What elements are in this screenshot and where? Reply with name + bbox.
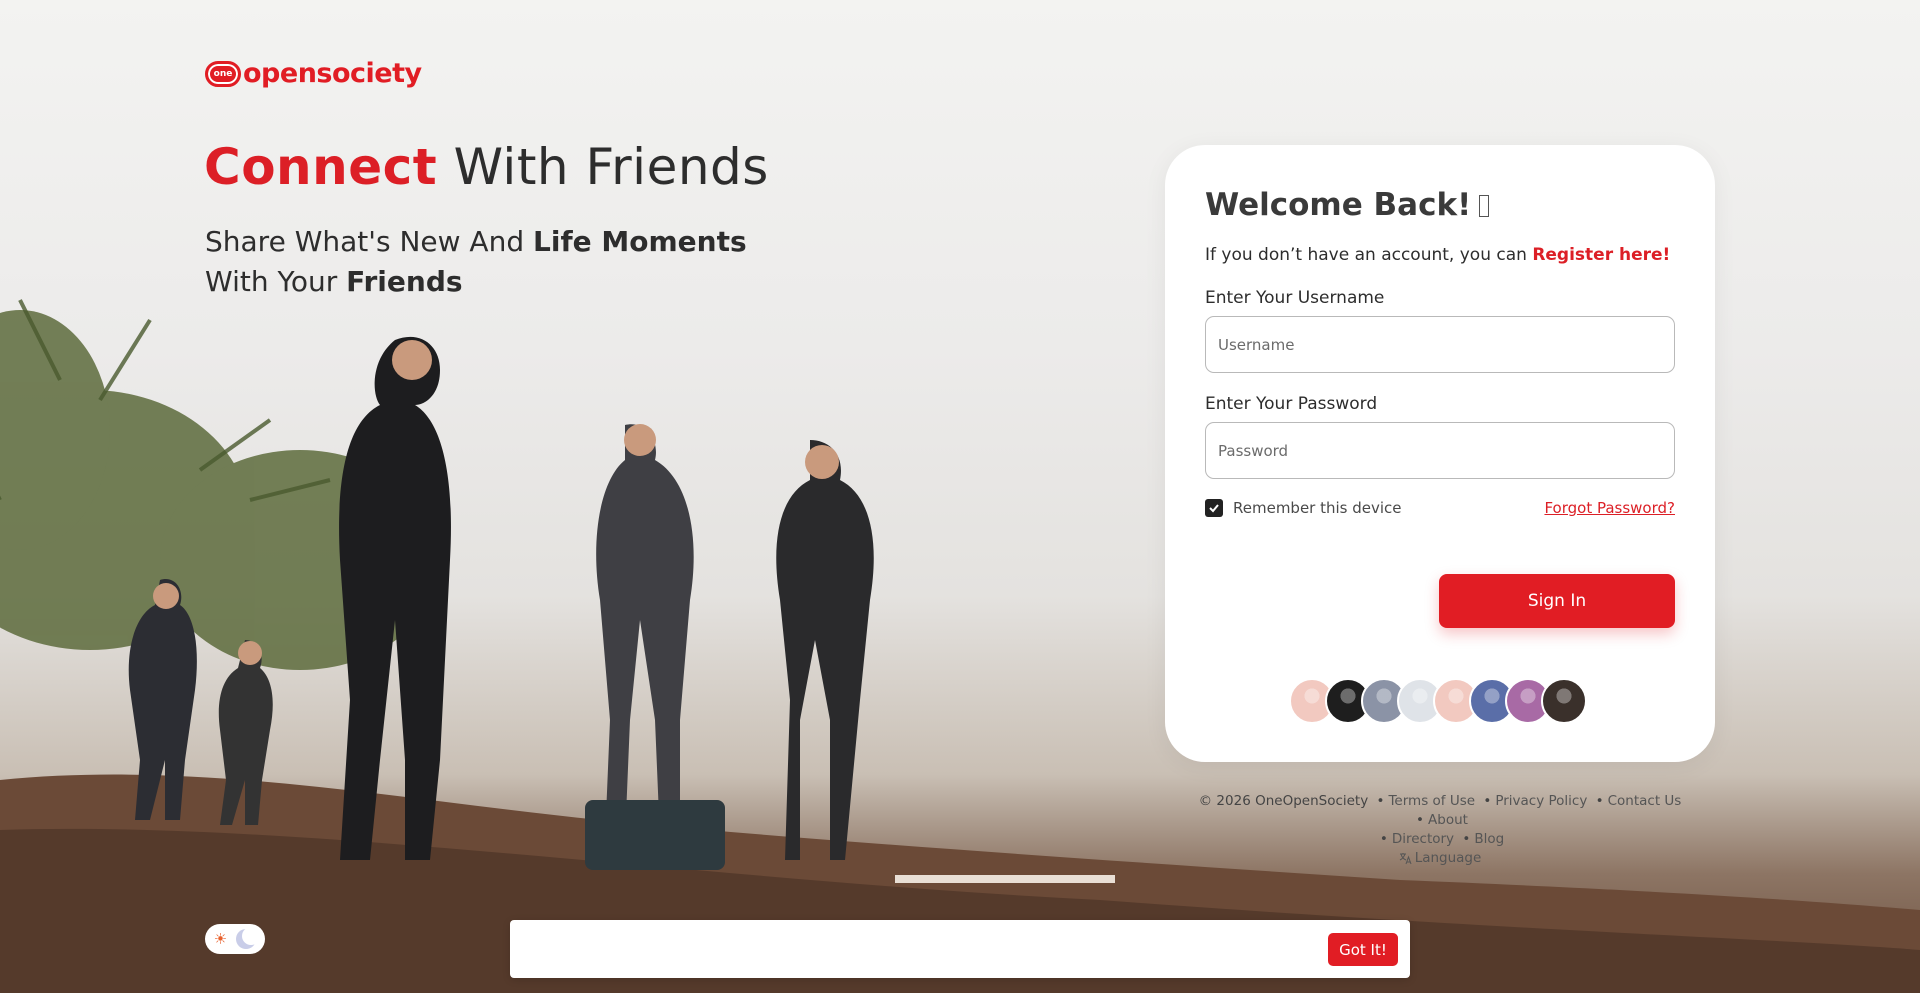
sign-in-button[interactable]: Sign In: [1439, 574, 1675, 628]
language-selector[interactable]: Language: [1399, 849, 1482, 868]
register-link[interactable]: Register here!: [1532, 245, 1670, 265]
register-prompt-text: If you don’t have an account, you can: [1205, 245, 1533, 265]
password-input[interactable]: [1205, 422, 1675, 479]
logo-badge: one: [205, 60, 241, 87]
remember-label: Remember this device: [1233, 499, 1402, 517]
hero-title-accent: Connect: [204, 138, 438, 196]
logo-text: opensociety: [243, 58, 422, 89]
hero-subtitle-bold: Life Moments: [533, 225, 747, 258]
hero-subtitle: Share What's New And Life Moments With Y…: [205, 222, 805, 302]
footer: © 2026 OneOpenSociety • Terms of Use • Pri…: [1198, 793, 1682, 868]
forgot-password-link[interactable]: Forgot Password?: [1544, 499, 1675, 517]
remember-checkbox[interactable]: [1205, 499, 1223, 517]
translate-icon: [1399, 853, 1412, 865]
password-label: Enter Your Password: [1205, 394, 1378, 414]
footer-link-terms[interactable]: Terms of Use: [1388, 793, 1475, 809]
footer-link-directory[interactable]: Directory: [1392, 831, 1454, 847]
hero-subtitle-part: With Your: [205, 265, 347, 298]
wave-icon: [1479, 195, 1490, 217]
footer-link-privacy[interactable]: Privacy Policy: [1495, 793, 1587, 809]
got-it-button[interactable]: Got It!: [1328, 933, 1398, 966]
username-label: Enter Your Username: [1205, 288, 1385, 308]
username-input[interactable]: [1205, 316, 1675, 373]
member-avatars: [1289, 678, 1587, 724]
hero-title: Connect With Friends: [204, 138, 769, 196]
brand-logo[interactable]: one opensociety: [205, 58, 422, 89]
login-title: Welcome Back!: [1205, 187, 1490, 223]
login-title-text: Welcome Back!: [1205, 187, 1472, 223]
sun-icon: ☀: [213, 930, 228, 948]
theme-toggle[interactable]: ☀: [205, 924, 265, 954]
cookie-banner: Got It!: [510, 920, 1410, 978]
copyright: © 2026 OneOpenSociety: [1198, 793, 1369, 809]
hero-title-rest: With Friends: [437, 138, 769, 196]
footer-link-contact[interactable]: Contact Us: [1608, 793, 1682, 809]
footer-link-about[interactable]: About: [1428, 812, 1468, 828]
moon-icon: [236, 927, 261, 949]
check-icon: [1209, 504, 1219, 513]
hero-subtitle-part: Share What's New And: [205, 225, 534, 258]
language-label: Language: [1414, 850, 1482, 866]
login-card: Welcome Back! If you don’t have an accou…: [1165, 145, 1715, 762]
avatar-8[interactable]: [1541, 678, 1587, 724]
hero-subtitle-bold: Friends: [346, 265, 463, 298]
register-prompt: If you don’t have an account, you can Re…: [1205, 245, 1670, 265]
remember-device[interactable]: Remember this device: [1205, 499, 1402, 517]
footer-link-blog[interactable]: Blog: [1474, 831, 1504, 847]
